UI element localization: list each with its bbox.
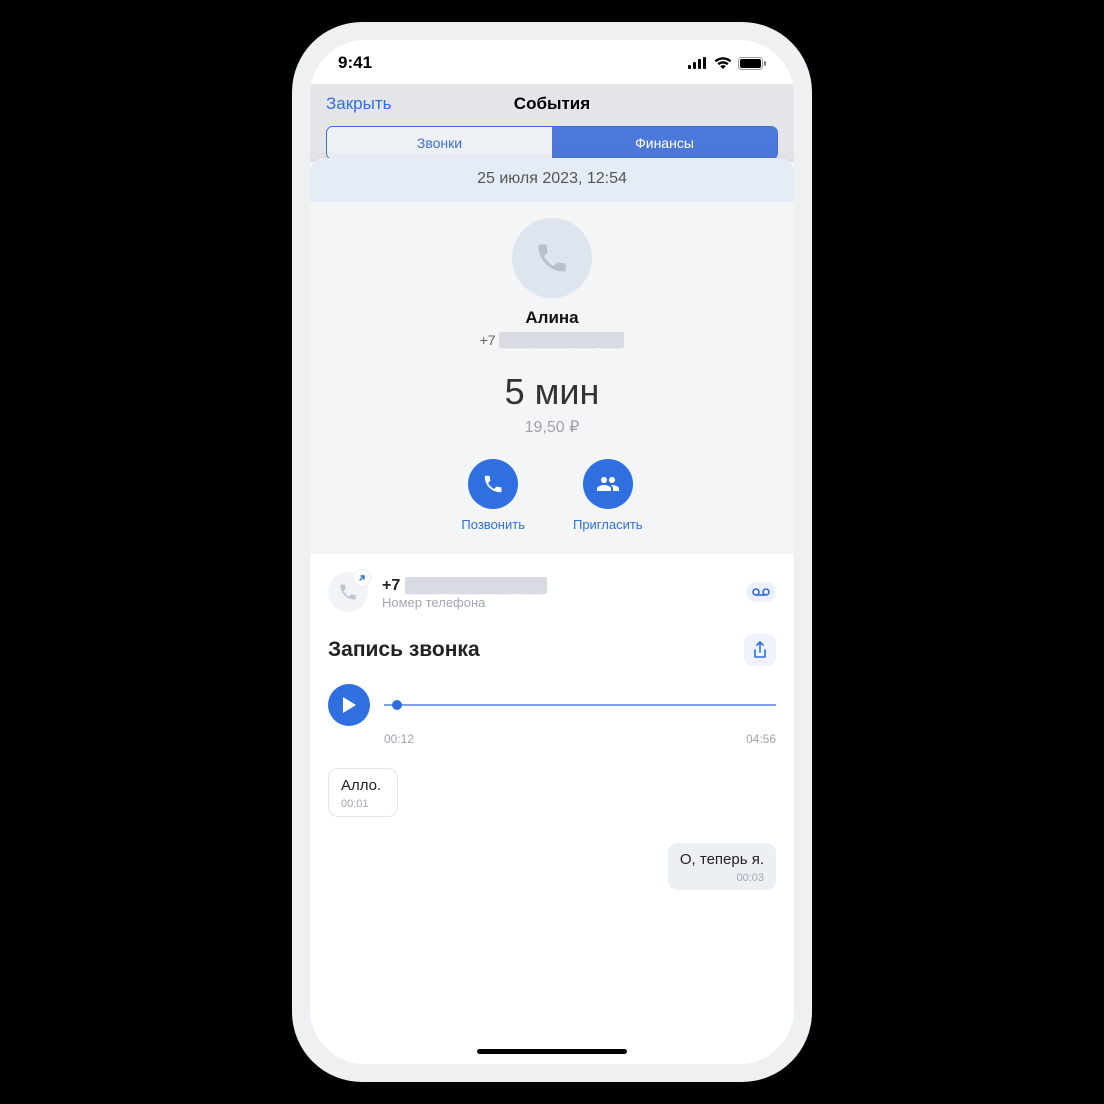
tab-finance[interactable]: Финансы — [552, 127, 777, 159]
transcript-bubble-left: Алло. 00:01 — [328, 768, 398, 817]
avatar — [512, 218, 592, 298]
voicemail-icon — [752, 587, 770, 597]
recording-title: Запись звонка — [328, 638, 480, 662]
row-phone-number: +7 ▇▇▇ ▇▇▇-▇▇-▇▇ — [382, 575, 732, 595]
status-icons — [688, 57, 766, 70]
play-button[interactable] — [328, 684, 370, 726]
segmented-control: Звонки Финансы — [326, 126, 778, 160]
invite-button[interactable] — [583, 459, 633, 509]
profile-section: Алина +7 ▇▇▇ ▇▇▇-▇▇-▇▇ 5 мин 19,50 ₽ Поз… — [310, 202, 794, 554]
tab-calls[interactable]: Звонки — [327, 127, 552, 159]
call-detail-sheet: 25 июля 2023, 12:54 Алина +7 ▇▇▇ ▇▇▇-▇▇-… — [310, 158, 794, 1064]
phone-icon — [534, 240, 570, 276]
voicemail-badge — [746, 582, 776, 602]
invite-label: Пригласить — [573, 517, 643, 532]
wifi-icon — [714, 57, 732, 69]
close-button[interactable]: Закрыть — [326, 94, 391, 114]
cellular-icon — [688, 57, 708, 69]
call-label: Позвонить — [461, 517, 525, 532]
bubble-time: 00:03 — [680, 872, 764, 884]
phone-icon — [338, 582, 358, 602]
call-datetime: 25 июля 2023, 12:54 — [310, 158, 794, 202]
share-button[interactable] — [744, 634, 776, 666]
bubble-text: Алло. — [341, 777, 385, 794]
progress-track[interactable] — [384, 697, 776, 713]
action-invite[interactable]: Пригласить — [573, 459, 643, 532]
events-modal-header: Закрыть События Звонки Финансы — [310, 84, 794, 162]
phone-number-row[interactable]: +7 ▇▇▇ ▇▇▇-▇▇-▇▇ Номер телефона — [328, 572, 776, 612]
time-total: 04:56 — [746, 732, 776, 746]
arrow-up-right-icon — [357, 573, 367, 583]
share-icon — [752, 641, 768, 659]
contact-phone: +7 ▇▇▇ ▇▇▇-▇▇-▇▇ — [310, 332, 794, 349]
time-elapsed: 00:12 — [384, 732, 414, 746]
people-icon — [596, 472, 620, 496]
call-cost: 19,50 ₽ — [310, 417, 794, 437]
call-button[interactable] — [468, 459, 518, 509]
home-indicator[interactable] — [477, 1049, 627, 1054]
phone-prefix: +7 — [480, 332, 496, 348]
bubble-text: О, теперь я. — [680, 851, 764, 868]
phone-icon — [482, 473, 504, 495]
contact-name: Алина — [310, 308, 794, 328]
audio-player — [328, 684, 776, 726]
progress-thumb[interactable] — [392, 700, 402, 710]
outgoing-call-icon — [328, 572, 368, 612]
call-duration: 5 мин — [310, 371, 794, 413]
status-time: 9:41 — [338, 53, 372, 73]
action-call[interactable]: Позвонить — [461, 459, 525, 532]
phone-screen: 9:41 Закрыть События Звонки Финансы — [310, 40, 794, 1064]
phone-masked: ▇▇▇ ▇▇▇-▇▇-▇▇ — [499, 332, 624, 348]
row-phone-sublabel: Номер телефона — [382, 595, 732, 610]
bubble-time: 00:01 — [341, 798, 385, 810]
play-icon — [341, 696, 357, 714]
phone-frame: 9:41 Закрыть События Звонки Финансы — [292, 22, 812, 1082]
battery-icon — [738, 57, 766, 70]
transcript: Алло. 00:01 О, теперь я. 00:03 — [328, 768, 776, 890]
transcript-bubble-right: О, теперь я. 00:03 — [668, 843, 776, 890]
status-bar: 9:41 — [310, 40, 794, 84]
